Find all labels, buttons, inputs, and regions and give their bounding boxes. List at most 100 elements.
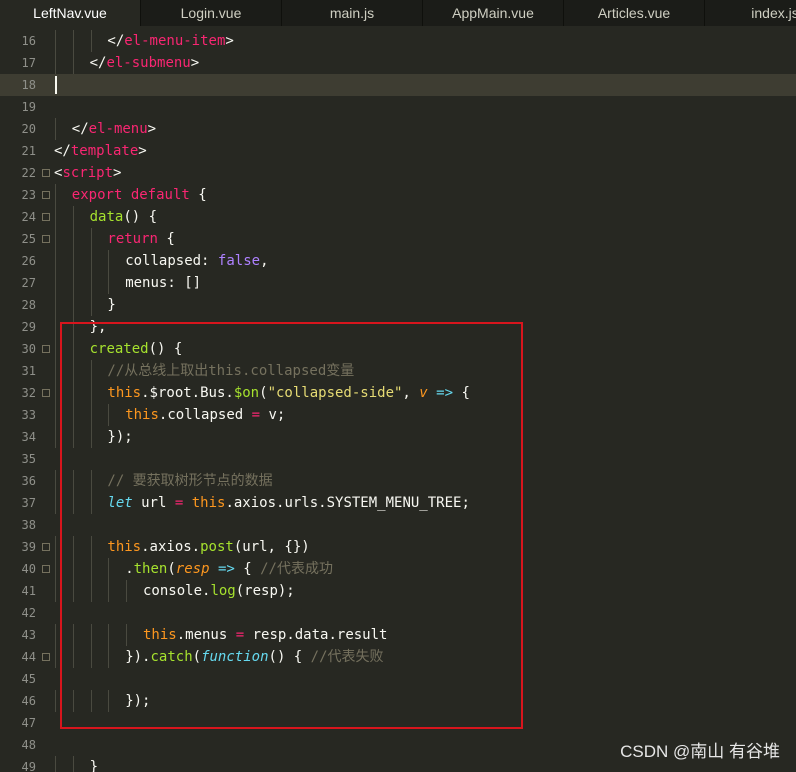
indent-guide — [55, 646, 56, 668]
line-number: 42 — [21, 606, 36, 620]
code-line[interactable]: 40 .then(resp => { //代表成功 — [0, 558, 796, 580]
code-token: { — [234, 561, 261, 577]
code-line[interactable]: 26 collapsed: false, — [0, 250, 796, 272]
code-line[interactable]: 25 return { — [0, 228, 796, 250]
code-line[interactable]: 18 — [0, 74, 796, 96]
fold-toggle-icon[interactable] — [42, 191, 50, 199]
code-line[interactable]: 23 export default { — [0, 184, 796, 206]
fold-toggle-icon[interactable] — [42, 565, 50, 573]
code-text: }); — [107, 426, 132, 448]
code-token: post — [200, 539, 234, 555]
code-line[interactable]: 37 let url = this.axios.urls.SYSTEM_MENU_… — [0, 492, 796, 514]
code-line[interactable]: 38 — [0, 514, 796, 536]
code-line[interactable]: 31 //从总线上取出this.collapsed变量 — [0, 360, 796, 382]
line-number: 41 — [21, 584, 36, 598]
fold-toggle-icon[interactable] — [42, 235, 50, 243]
fold-toggle-icon[interactable] — [42, 213, 50, 221]
code-token: v — [419, 385, 428, 401]
line-number: 47 — [21, 716, 36, 730]
indent-guide — [55, 250, 56, 272]
code-line[interactable]: 46}); — [0, 690, 796, 712]
indent-guide — [72, 250, 74, 272]
indent-guide — [90, 382, 92, 404]
code-text: this.collapsed = v; — [125, 404, 285, 426]
line-number: 26 — [21, 254, 36, 268]
code-line[interactable]: 29}, — [0, 316, 796, 338]
fold-toggle-icon[interactable] — [42, 653, 50, 661]
code-token: = — [235, 627, 245, 643]
indent-guide — [55, 470, 56, 492]
code-text: export default { — [72, 184, 207, 206]
indent-guide — [90, 470, 92, 492]
code-line[interactable]: 17 </el-submenu> — [0, 52, 796, 74]
tab-appmain-vue[interactable]: AppMain.vue — [423, 0, 564, 26]
code-text: console.log(resp); — [143, 580, 295, 602]
tab-articles-vue[interactable]: Articles.vue — [564, 0, 705, 26]
code-text: </el-menu-item> — [107, 30, 233, 52]
indent-guide — [90, 426, 92, 448]
line-number: 19 — [21, 100, 36, 114]
code-line[interactable]: 42 — [0, 602, 796, 624]
code-text: }).catch(function() { //代表失败 — [125, 646, 383, 668]
tab-leftnav-vue[interactable]: LeftNav.vue — [0, 0, 141, 26]
indent-guide — [72, 52, 74, 74]
code-text: </template> — [54, 140, 147, 162]
code-token: > — [190, 55, 200, 71]
code-line[interactable]: 35 — [0, 448, 796, 470]
code-line[interactable]: 30 created() { — [0, 338, 796, 360]
code-line[interactable]: 27 menus: [] — [0, 272, 796, 294]
indent-guide — [55, 492, 56, 514]
code-line[interactable]: 16 </el-menu-item> — [0, 30, 796, 52]
code-line[interactable]: 34}); — [0, 426, 796, 448]
indent-guide — [55, 228, 56, 250]
code-token: () { — [148, 341, 183, 357]
code-line[interactable]: 47 — [0, 712, 796, 734]
tab-index-js[interactable]: index.js — [705, 0, 796, 26]
indent-guide — [126, 580, 128, 602]
indent-guide — [72, 558, 74, 580]
line-number: 29 — [21, 320, 36, 334]
tab-login-vue[interactable]: Login.vue — [141, 0, 282, 26]
indent-guide — [55, 404, 56, 426]
code-line[interactable]: 28} — [0, 294, 796, 316]
fold-toggle-icon[interactable] — [42, 543, 50, 551]
code-line[interactable]: 33 this.collapsed = v; — [0, 404, 796, 426]
code-line[interactable]: 39 this.axios.post(url, {}) — [0, 536, 796, 558]
indent-guide — [90, 580, 92, 602]
indent-guide — [55, 558, 56, 580]
tab-main-js[interactable]: main.js — [282, 0, 423, 26]
line-number: 17 — [21, 56, 36, 70]
code-token: ( — [259, 385, 268, 401]
fold-toggle-icon[interactable] — [42, 389, 50, 397]
indent-guide — [55, 360, 56, 382]
indent-guide — [72, 646, 74, 668]
code-line[interactable]: 36 // 要获取树形节点的数据 — [0, 470, 796, 492]
line-number: 23 — [21, 188, 36, 202]
code-token: default — [130, 187, 190, 203]
code-token: () { — [123, 209, 158, 225]
code-text: this.$root.Bus.$on("collapsed-side", v =… — [107, 382, 469, 404]
code-line[interactable]: 45 — [0, 668, 796, 690]
code-token: url — [132, 495, 175, 511]
code-line[interactable]: 41 console.log(resp); — [0, 580, 796, 602]
code-line[interactable]: 20 </el-menu> — [0, 118, 796, 140]
fold-toggle-icon[interactable] — [42, 345, 50, 353]
code-token: v; — [260, 407, 286, 423]
code-line[interactable]: 32 this.$root.Bus.$on("collapsed-side", v… — [0, 382, 796, 404]
code-token: el-menu — [88, 121, 148, 137]
indent-guide — [55, 30, 56, 52]
code-line[interactable]: 24 data() { — [0, 206, 796, 228]
code-line[interactable]: 22 <script> — [0, 162, 796, 184]
indent-guide — [108, 646, 110, 668]
code-line[interactable]: 19 — [0, 96, 796, 118]
code-line[interactable]: 21 </template> — [0, 140, 796, 162]
code-line[interactable]: 44}).catch(function() { //代表失败 — [0, 646, 796, 668]
line-number: 36 — [21, 474, 36, 488]
indent-guide — [90, 360, 92, 382]
code-line[interactable]: 43 this.menus = resp.data.result — [0, 624, 796, 646]
fold-toggle-icon[interactable] — [42, 169, 50, 177]
code-editor[interactable]: 16 </el-menu-item> 17 </el-submenu> 18 19 20 </… — [0, 30, 796, 772]
line-number: 48 — [21, 738, 36, 752]
code-token: ( — [167, 561, 176, 577]
